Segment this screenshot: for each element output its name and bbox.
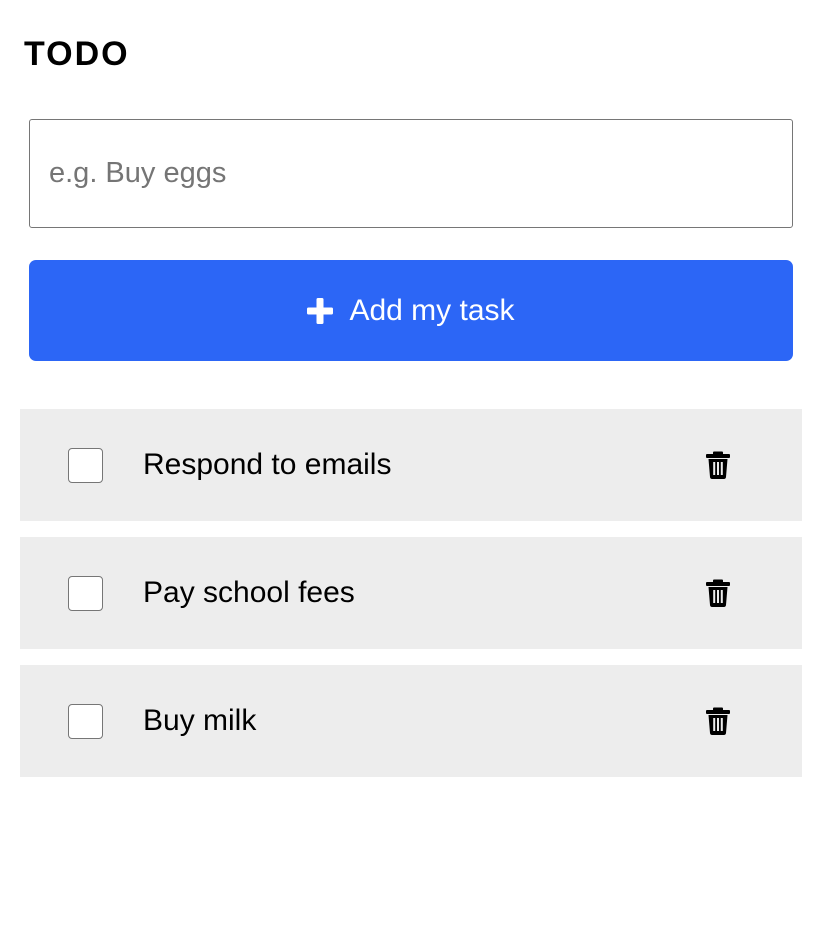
add-task-button-label: Add my task [349,293,515,327]
add-task-button[interactable]: Add my task [29,260,793,361]
task-checkbox[interactable] [68,576,103,611]
trash-icon[interactable] [702,577,734,609]
task-row: Pay school fees [20,537,802,649]
task-label: Pay school fees [143,576,355,609]
page-title: TODO [24,35,130,73]
task-input[interactable] [29,119,793,228]
trash-icon[interactable] [702,449,734,481]
trash-icon[interactable] [702,705,734,737]
task-row: Respond to emails [20,409,802,521]
todo-app: TODO Add my task Respond to emails [0,0,820,948]
task-label: Buy milk [143,704,257,737]
task-label: Respond to emails [143,448,392,481]
task-checkbox[interactable] [68,704,103,739]
task-row: Buy milk [20,665,802,777]
plus-icon [307,297,334,324]
task-list: Respond to emails Pay school fees Buy mi… [20,409,802,793]
task-checkbox[interactable] [68,448,103,483]
